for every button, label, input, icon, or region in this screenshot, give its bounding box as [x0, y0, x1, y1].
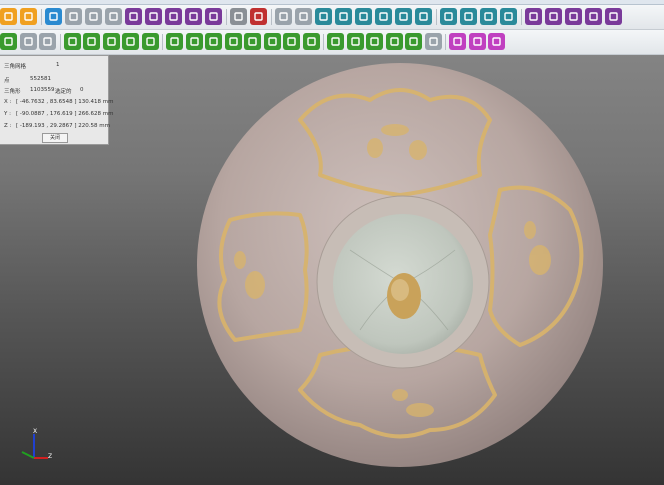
tool-b7-icon[interactable] [141, 33, 159, 50]
tool-23-icon[interactable] [500, 8, 517, 25]
tool-7-icon[interactable] [165, 8, 182, 25]
tool-b20-icon[interactable] [405, 33, 422, 50]
panel-title-value: 1 [56, 62, 60, 68]
tool-21-icon[interactable] [460, 8, 477, 25]
pencil-icon[interactable] [205, 8, 222, 25]
triangles-label: 三角形 [4, 89, 21, 95]
toolbar-separator [445, 34, 446, 50]
toolbar-main [0, 5, 664, 30]
y-label: Y : [4, 111, 11, 117]
y-range: [ -90.0887 , 176.619 ] 266.628 mm [16, 111, 114, 117]
tool-b9-icon[interactable] [185, 33, 203, 50]
tool-b12-icon[interactable] [244, 33, 261, 50]
tool-13-icon[interactable] [295, 8, 312, 25]
tool-17-icon[interactable] [375, 8, 392, 25]
atom-icon[interactable] [250, 8, 267, 25]
axis-gizmo: X Z [14, 428, 58, 472]
tool-b17-icon[interactable] [346, 33, 364, 50]
line-select-icon[interactable] [415, 8, 432, 25]
axis-x-label: X [33, 428, 38, 435]
tool-b21-icon[interactable] [424, 33, 442, 50]
tool-b11-icon[interactable] [224, 33, 242, 50]
tool-b18-icon[interactable] [366, 33, 383, 50]
z-range: [ -189.193 , 29.2867 ] 220.58 mm [16, 123, 110, 129]
tool-26-icon[interactable] [565, 8, 582, 25]
tool-b10-icon[interactable] [205, 33, 222, 50]
tool-b0-icon[interactable] [0, 33, 17, 50]
tool-b23-icon[interactable] [468, 33, 486, 50]
window-icon[interactable] [525, 8, 542, 25]
tool-12-icon[interactable] [275, 8, 292, 25]
tool-b19-icon[interactable] [385, 33, 403, 50]
toolbar-separator [521, 9, 522, 25]
tool-16-icon[interactable] [355, 8, 372, 25]
toolbar-separator [41, 9, 42, 25]
toolbar-separator [59, 34, 61, 50]
x-label: X : [4, 99, 12, 105]
tool-b15-icon[interactable] [302, 33, 320, 50]
tool-b1-icon[interactable] [19, 33, 37, 50]
toolbar-separator [323, 34, 324, 50]
toolbar-separator [436, 9, 437, 25]
z-label: Z : [4, 123, 12, 129]
tool-b16-icon[interactable] [327, 33, 344, 50]
axis-z-label: Z [48, 453, 53, 460]
open-icon[interactable] [0, 8, 17, 25]
triangles-value: 1103559 [30, 87, 55, 93]
tool-b24-icon[interactable] [488, 33, 505, 50]
lightbulb-icon[interactable] [449, 33, 466, 50]
tool-3-icon[interactable] [85, 8, 102, 25]
points-value: 552581 [30, 76, 51, 82]
selected-label: 选定的 [55, 89, 72, 95]
ellipse-select-icon[interactable] [335, 8, 352, 25]
tool-b2-icon[interactable] [39, 33, 56, 50]
cube-icon[interactable] [440, 8, 457, 25]
select-brush-icon[interactable] [45, 8, 62, 25]
toolbar-tools [0, 30, 664, 55]
rectangle-select-icon[interactable] [315, 8, 332, 25]
tool-8-icon[interactable] [185, 8, 202, 25]
tool-6-icon[interactable] [145, 8, 162, 25]
tool-b6-icon[interactable] [122, 33, 139, 50]
tool-2-icon[interactable] [65, 8, 82, 25]
tool-b3-icon[interactable] [63, 33, 81, 50]
scanner-icon[interactable] [230, 8, 247, 25]
points-label: 点 [4, 78, 10, 84]
panel-title: 三角网格 [4, 64, 27, 70]
selected-value: 0 [80, 87, 84, 93]
tool-18-icon[interactable] [395, 8, 412, 25]
tool-b13-icon[interactable] [263, 33, 281, 50]
tool-b14-icon[interactable] [283, 33, 300, 50]
tool-4-icon[interactable] [105, 8, 122, 25]
toolbar-separator [226, 9, 227, 25]
mesh-info-panel: 三角网格 1 点 552581 三角形 1103559 选定的 0 X : [ … [0, 55, 113, 145]
tool-28-icon[interactable] [605, 8, 622, 25]
tool-22-icon[interactable] [480, 8, 497, 25]
zoom-icon[interactable] [585, 8, 602, 25]
x-range: [ -46.7632 , 83.6548 ] 130.418 mm [16, 99, 114, 105]
tool-25-icon[interactable] [545, 8, 562, 25]
tool-b4-icon[interactable] [83, 33, 100, 50]
tool-b8-icon[interactable] [166, 33, 183, 50]
tool-b5-icon[interactable] [102, 33, 120, 50]
close-button[interactable]: 关闭 [42, 133, 68, 143]
toolbar-separator [162, 34, 163, 50]
tool-5-icon[interactable] [125, 8, 142, 25]
power-icon[interactable] [20, 8, 37, 25]
toolbar-separator [271, 9, 272, 25]
